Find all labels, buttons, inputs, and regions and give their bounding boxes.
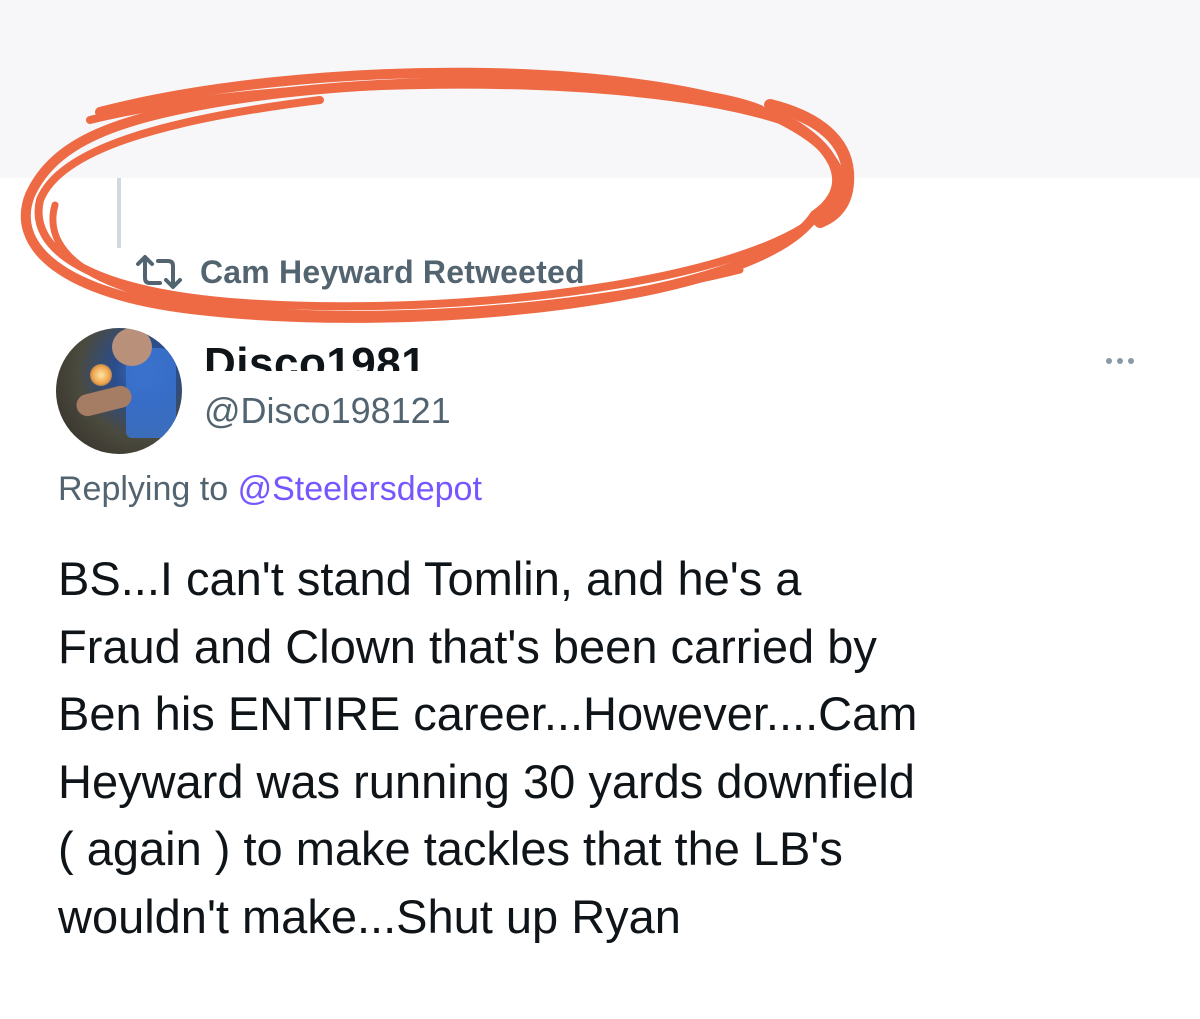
avatar[interactable] bbox=[56, 328, 182, 454]
avatar-head bbox=[112, 328, 152, 366]
thread-connector-line bbox=[117, 178, 121, 248]
retweet-icon bbox=[136, 255, 182, 289]
more-dot-icon bbox=[1106, 358, 1112, 364]
more-dot-icon bbox=[1128, 358, 1134, 364]
replying-to-line: Replying to @Steelersdepot bbox=[58, 470, 482, 509]
avatar-arm bbox=[74, 383, 134, 419]
reply-mention-link[interactable]: @Steelersdepot bbox=[238, 470, 482, 508]
avatar-light bbox=[90, 364, 112, 386]
display-name-text: Disco1981 bbox=[204, 339, 427, 371]
previous-tweet-area bbox=[0, 0, 1200, 178]
display-name[interactable]: Disco1981 bbox=[204, 327, 504, 371]
user-handle[interactable]: @Disco198121 bbox=[204, 390, 451, 432]
more-options-button[interactable] bbox=[1098, 346, 1142, 376]
replying-to-prefix: Replying to bbox=[58, 470, 229, 508]
retweet-label: Cam Heyward Retweeted bbox=[200, 253, 585, 290]
more-dot-icon bbox=[1117, 358, 1123, 364]
tweet-text: BS...I can't stand Tomlin, and he's a Fr… bbox=[58, 552, 918, 943]
retweet-indicator[interactable]: Cam Heyward Retweeted bbox=[134, 250, 585, 294]
